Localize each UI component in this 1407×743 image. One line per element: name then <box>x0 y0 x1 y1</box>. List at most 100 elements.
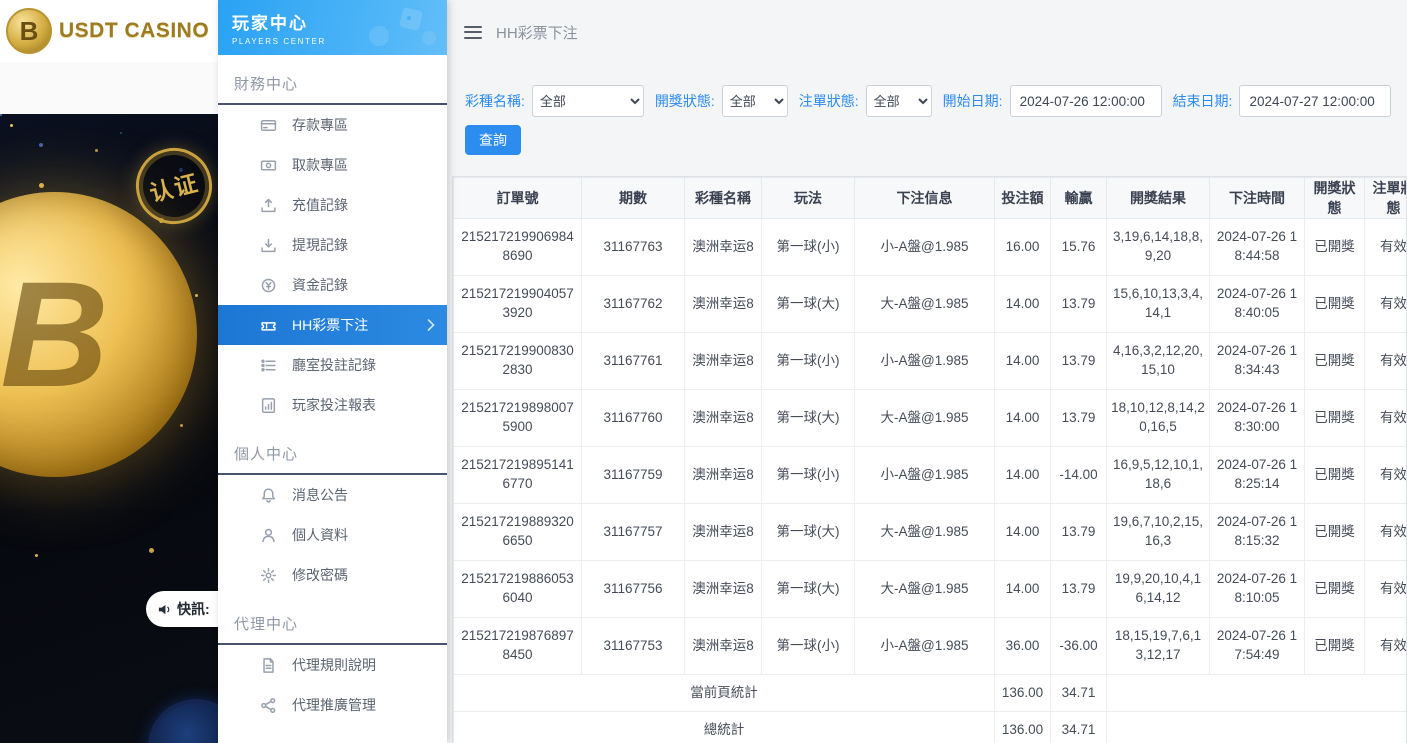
cell-play-type: 第一球(大) <box>762 561 855 618</box>
cell-draw-status: 已開獎 <box>1305 390 1365 447</box>
cell-draw-status: 已開獎 <box>1305 219 1365 276</box>
deposit-card-icon <box>260 117 277 134</box>
table-row: 215217219876897845031167753澳洲幸运8第一球(小)小-… <box>454 618 1407 675</box>
sidebar-item-profile[interactable]: 個人資料 <box>218 515 447 555</box>
cell-order-status: 有效 <box>1365 618 1407 675</box>
order-status-select[interactable]: 全部 <box>866 85 932 117</box>
draw-status-select[interactable]: 全部 <box>722 85 788 117</box>
gold-dots-decor <box>10 124 13 127</box>
cell-order-no: 2152172198860536040 <box>454 561 582 618</box>
start-date-input[interactable] <box>1010 85 1162 117</box>
document-icon <box>260 657 277 674</box>
column-header-bet-info: 下注信息 <box>855 178 995 219</box>
sidebar-item-withdraw[interactable]: 取款專區 <box>218 145 447 185</box>
network-dots-decor <box>0 114 2 116</box>
cell-bet-amount: 16.00 <box>995 219 1051 276</box>
cell-draw-status: 已開獎 <box>1305 333 1365 390</box>
user-icon <box>260 527 277 544</box>
cell-win-loss: 13.79 <box>1051 390 1107 447</box>
sidebar-item-deposit[interactable]: 存款專區 <box>218 105 447 145</box>
cell-lottery-name: 澳洲幸运8 <box>685 219 762 276</box>
search-button[interactable]: 查詢 <box>465 125 521 155</box>
cell-play-type: 第一球(小) <box>762 618 855 675</box>
column-header-lottery-name: 彩種名稱 <box>685 178 762 219</box>
cell-play-type: 第一球(小) <box>762 447 855 504</box>
cell-lottery-name: 澳洲幸运8 <box>685 333 762 390</box>
players-center-header: 玩家中心 PLAYERS CENTER <box>218 0 447 55</box>
sidebar-item-messages[interactable]: 消息公告 <box>218 475 447 515</box>
bitcoin-scene: B 认证 快訊: <box>0 114 218 743</box>
brand-logo-icon: B <box>6 8 52 54</box>
column-header-order-no: 訂單號 <box>454 178 582 219</box>
cell-bet-info: 大-A盤@1.985 <box>855 561 995 618</box>
cell-draw-status: 已開獎 <box>1305 276 1365 333</box>
cell-lottery-name: 澳洲幸运8 <box>685 561 762 618</box>
sidebar: 玩家中心 PLAYERS CENTER 財務中心存款專區取款專區充值記錄提現記錄… <box>218 0 447 743</box>
cell-play-type: 第一球(小) <box>762 219 855 276</box>
brand-logo[interactable]: B USDT CASINO <box>0 0 218 62</box>
sidebar-item-agent-rules[interactable]: 代理規則說明 <box>218 645 447 685</box>
promo-background: B USDT CASINO B 认证 快訊: <box>0 0 218 743</box>
start-date-label: 開始日期: <box>943 91 1003 111</box>
cell-lottery-name: 澳洲幸运8 <box>685 390 762 447</box>
cell-draw-result: 18,15,19,7,6,13,12,17 <box>1107 618 1210 675</box>
sidebar-item-recharge-record[interactable]: 充值記錄 <box>218 185 447 225</box>
sidebar-item-label: 代理推廣管理 <box>292 695 376 715</box>
cell-draw-result: 15,6,10,13,3,4,14,1 <box>1107 276 1210 333</box>
share-icon <box>260 697 277 714</box>
sidebar-item-label: 存款專區 <box>292 115 348 135</box>
table-row: 215217219906984869031167763澳洲幸运8第一球(小)小-… <box>454 219 1407 276</box>
cell-bet-time: 2024-07-26 18:10:05 <box>1210 561 1305 618</box>
sidebar-item-hall-bet-record[interactable]: 廳室投註記錄 <box>218 345 447 385</box>
cell-order-no: 2152172198893206650 <box>454 504 582 561</box>
cell-order-no: 2152172198951416770 <box>454 447 582 504</box>
sidebar-item-change-password[interactable]: 修改密碼 <box>218 555 447 595</box>
list-record-icon <box>260 357 277 374</box>
totals-empty-cell <box>1107 675 1407 712</box>
sidebar-item-label: 提現記錄 <box>292 235 348 255</box>
cell-order-status: 有效 <box>1365 219 1407 276</box>
funds-record-icon <box>260 277 277 294</box>
chevron-right-icon <box>427 319 435 331</box>
cell-bet-amount: 14.00 <box>995 447 1051 504</box>
lottery-name-select[interactable]: 全部 <box>532 85 644 117</box>
cell-bet-time: 2024-07-26 18:15:32 <box>1210 504 1305 561</box>
table-row: 215217219900830283031167761澳洲幸运8第一球(小)小-… <box>454 333 1407 390</box>
section-title-agent: 代理中心 <box>218 603 447 645</box>
sidebar-item-hh-lottery-bets[interactable]: HH彩票下注 <box>218 305 447 345</box>
totals-bet-amount: 136.00 <box>995 712 1051 743</box>
end-date-input[interactable] <box>1239 85 1391 117</box>
cell-bet-time: 2024-07-26 18:40:05 <box>1210 276 1305 333</box>
sidebar-item-withdraw-record[interactable]: 提現記錄 <box>218 225 447 265</box>
banner-gap <box>0 62 218 114</box>
withdraw-money-icon <box>260 157 277 174</box>
column-header-bet-amount: 投注額 <box>995 178 1051 219</box>
cell-order-status: 有效 <box>1365 504 1407 561</box>
cell-bet-info: 小-A盤@1.985 <box>855 447 995 504</box>
sidebar-item-label: HH彩票下注 <box>292 315 368 335</box>
sidebar-item-player-bet-report[interactable]: 玩家投注報表 <box>218 385 447 425</box>
cell-bet-info: 小-A盤@1.985 <box>855 618 995 675</box>
cell-order-status: 有效 <box>1365 447 1407 504</box>
sidebar-item-agent-promotion[interactable]: 代理推廣管理 <box>218 685 447 725</box>
cell-order-no: 2152172198980075900 <box>454 390 582 447</box>
floating-service-button[interactable] <box>148 699 218 743</box>
cell-win-loss: 13.79 <box>1051 561 1107 618</box>
sidebar-item-funds-record[interactable]: 資金記錄 <box>218 265 447 305</box>
cell-win-loss: 13.79 <box>1051 504 1107 561</box>
bitcoin-coin-image: B <box>0 192 197 477</box>
withdraw-record-icon <box>260 237 277 254</box>
totals-row: 總統計136.0034.71 <box>454 712 1407 743</box>
cell-order-no: 2152172199040573920 <box>454 276 582 333</box>
totals-win-loss: 34.71 <box>1051 675 1107 712</box>
cell-play-type: 第一球(大) <box>762 390 855 447</box>
cell-bet-time: 2024-07-26 18:34:43 <box>1210 333 1305 390</box>
sidebar-item-label: 取款專區 <box>292 155 348 175</box>
menu-toggle-icon[interactable] <box>464 26 482 39</box>
cell-lottery-name: 澳洲幸运8 <box>685 276 762 333</box>
bell-icon <box>260 487 277 504</box>
totals-win-loss: 34.71 <box>1051 712 1107 743</box>
table-row: 215217219895141677031167759澳洲幸运8第一球(小)小-… <box>454 447 1407 504</box>
cell-play-type: 第一球(大) <box>762 276 855 333</box>
cell-draw-result: 18,10,12,8,14,20,16,5 <box>1107 390 1210 447</box>
